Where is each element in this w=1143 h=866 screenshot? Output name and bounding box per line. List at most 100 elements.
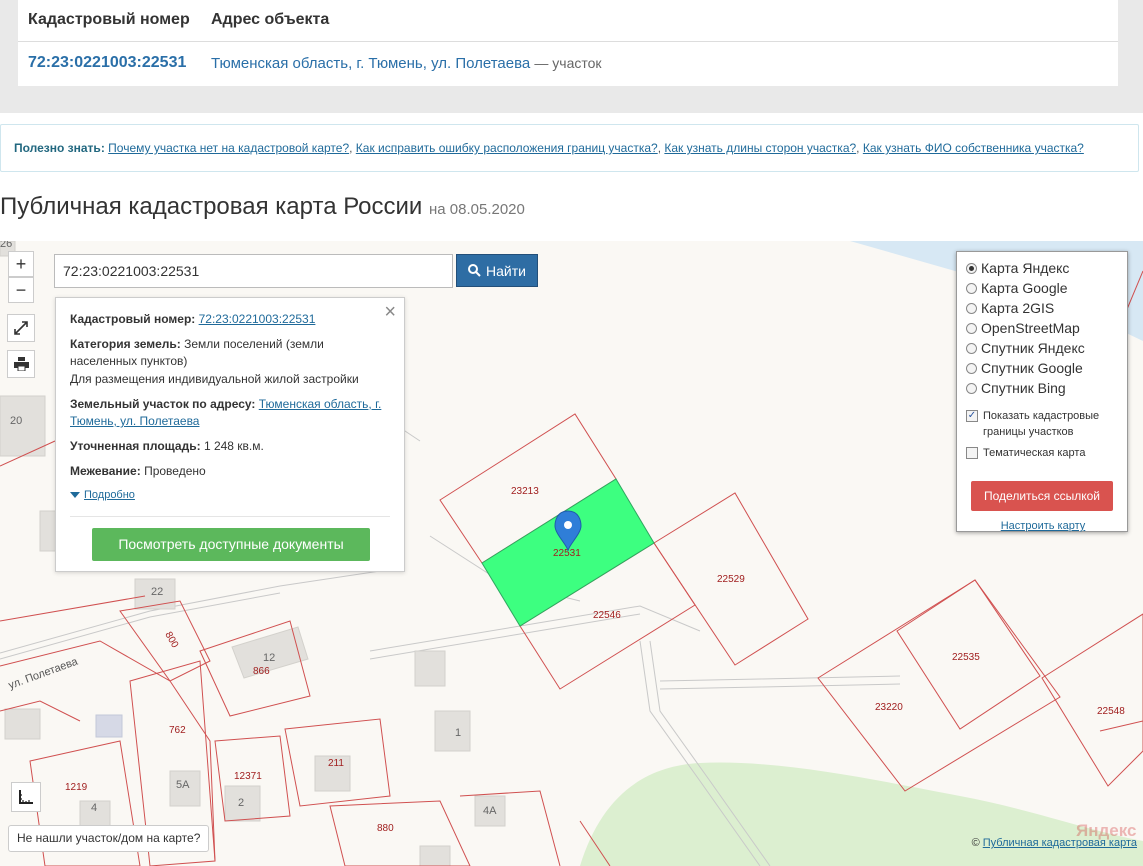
popup-purpose: Для размещения индивидуальной жилой заст… xyxy=(70,372,359,386)
cadastral-map[interactable]: ул. Полетаева 23213 22531 22529 22546 22… xyxy=(0,241,1143,866)
plot-label-22531: 22531 xyxy=(553,548,581,559)
popup-cadastral-number: Кадастровый номер: 72:23:0221003:22531 xyxy=(70,311,390,328)
map-layers-panel: Карта Яндекс Карта Google Карта 2GIS Ope… xyxy=(956,251,1128,532)
ruler-icon xyxy=(19,790,33,804)
house-number-22: 22 xyxy=(151,586,163,598)
house-number-4: 4 xyxy=(91,802,97,814)
plot-22548-outline[interactable] xyxy=(1041,613,1143,787)
radio-button[interactable] xyxy=(966,322,977,334)
map-copyright: © Публичная кадастровая карта xyxy=(971,837,1137,849)
house-number-26: 26 xyxy=(0,241,12,250)
plot-label-762: 762 xyxy=(169,725,186,736)
radio-button[interactable] xyxy=(966,382,977,394)
building xyxy=(434,710,471,752)
popup-cadastral-link[interactable]: 72:23:0221003:22531 xyxy=(199,312,316,326)
search-results-panel: Кадастровый номер Адрес объекта 72:23:02… xyxy=(0,0,1143,113)
checkbox-checked[interactable]: ✓ xyxy=(966,410,978,422)
survey-value: Проведено xyxy=(144,464,206,478)
cadastral-search-input[interactable] xyxy=(54,254,453,288)
radio-button[interactable] xyxy=(966,362,977,374)
road xyxy=(0,570,381,654)
info-link-fix-borders[interactable]: Как исправить ошибку расположения границ… xyxy=(356,141,658,155)
radio-button[interactable] xyxy=(966,282,977,294)
plot-label-800: 800 xyxy=(162,630,180,650)
plot-info-popup: × Кадастровый номер: 72:23:0221003:22531… xyxy=(55,297,405,572)
house-number-1: 1 xyxy=(455,727,461,739)
house-number-5a: 5А xyxy=(176,779,190,791)
popup-land-category: Категория земель: Земли поселений (земли… xyxy=(70,336,390,370)
layer-option-yandex-satellite[interactable]: Спутник Яндекс xyxy=(966,340,1085,356)
plot-label-866: 866 xyxy=(253,666,270,677)
building xyxy=(419,845,451,866)
plot-label-22546: 22546 xyxy=(593,610,621,621)
object-type: — участок xyxy=(534,55,602,71)
info-link-owner-name[interactable]: Как узнать ФИО собственника участка? xyxy=(863,141,1084,155)
land-category-label: Категория земель: xyxy=(70,337,181,351)
house-number-4a: 4А xyxy=(483,805,497,817)
plot-boundary xyxy=(0,595,146,622)
cadastral-number-link[interactable]: 72:23:0221003:22531 xyxy=(28,54,186,71)
layer-option-google-satellite[interactable]: Спутник Google xyxy=(966,360,1083,376)
print-button[interactable] xyxy=(7,350,35,378)
info-link-missing-plot[interactable]: Почему участка нет на кадастровой карте? xyxy=(108,141,349,155)
radio-button[interactable] xyxy=(966,262,977,274)
plot-label-12371: 12371 xyxy=(234,771,262,782)
layer-option-yandex-map[interactable]: Карта Яндекс xyxy=(966,260,1069,276)
object-address[interactable]: Тюменская область, г. Тюмень, ул. Полета… xyxy=(211,55,602,72)
plot-label-211: 211 xyxy=(328,758,344,769)
search-icon xyxy=(468,264,481,277)
zoom-out-button[interactable]: − xyxy=(8,277,34,303)
road xyxy=(659,683,901,690)
results-table: Кадастровый номер Адрес объекта 72:23:02… xyxy=(18,0,1118,86)
address-link[interactable]: Тюменская область, г. Тюмень, ул. Полета… xyxy=(211,55,530,72)
printer-icon xyxy=(13,357,29,371)
plot-23220-outline[interactable] xyxy=(817,579,1061,792)
plot-boundary xyxy=(1099,720,1143,732)
find-button[interactable]: Найти xyxy=(456,254,538,287)
building xyxy=(95,714,123,738)
share-link-button[interactable]: Поделиться ссылкой xyxy=(971,481,1113,511)
plot-label-880: 880 xyxy=(377,823,394,834)
caret-down-icon xyxy=(70,492,80,499)
layer-option-2gis-map[interactable]: Карта 2GIS xyxy=(966,300,1054,316)
street-label: ул. Полетаева xyxy=(7,655,80,691)
house-number-2: 2 xyxy=(238,797,244,809)
view-documents-button[interactable]: Посмотреть доступные документы xyxy=(92,528,370,561)
copyright-link[interactable]: Публичная кадастровая карта xyxy=(983,837,1137,849)
popup-address: Земельный участок по адресу: Тюменская о… xyxy=(70,396,390,430)
thematic-map-option[interactable]: Тематическая карта xyxy=(966,445,1085,461)
plot-label-22535: 22535 xyxy=(952,652,980,663)
popup-survey: Межевание: Проведено xyxy=(70,463,390,480)
layer-option-openstreetmap[interactable]: OpenStreetMap xyxy=(966,320,1080,336)
plot-label-22529: 22529 xyxy=(717,574,745,585)
layer-option-google-map[interactable]: Карта Google xyxy=(966,280,1068,296)
area-label: Уточненная площадь: xyxy=(70,439,201,453)
info-link-side-lengths[interactable]: Как узнать длины сторон участка? xyxy=(664,141,856,155)
road xyxy=(659,675,901,682)
plot-label-22548: 22548 xyxy=(1097,706,1125,717)
house-number-20: 20 xyxy=(10,415,22,427)
popup-area: Уточненная площадь: 1 248 кв.м. xyxy=(70,438,390,455)
building xyxy=(414,650,446,687)
details-toggle[interactable]: Подробно xyxy=(70,489,135,501)
plot-800-outline[interactable] xyxy=(119,600,211,682)
zoom-in-button[interactable]: + xyxy=(8,251,34,277)
ruler-button[interactable] xyxy=(11,782,41,812)
table-row[interactable]: 72:23:0221003:22531 Тюменская область, г… xyxy=(28,54,602,72)
area-value: 1 248 кв.м. xyxy=(203,439,264,453)
radio-button[interactable] xyxy=(966,302,977,314)
results-table-header: Кадастровый номер Адрес объекта xyxy=(18,0,1118,42)
fullscreen-button[interactable] xyxy=(7,314,35,342)
popup-divider xyxy=(70,516,390,517)
radio-button[interactable] xyxy=(966,342,977,354)
find-button-label: Найти xyxy=(486,262,526,279)
layer-option-bing-satellite[interactable]: Спутник Bing xyxy=(966,380,1066,396)
useful-info-label: Полезно знать: xyxy=(14,141,105,155)
checkbox[interactable] xyxy=(966,447,978,459)
show-cadastral-borders-option[interactable]: ✓ Показать кадастровые границы участков xyxy=(966,408,1121,440)
configure-map-link[interactable]: Настроить карту xyxy=(957,520,1129,532)
not-found-button[interactable]: Не нашли участок/дом на карте? xyxy=(8,825,210,852)
useful-info-bar: Полезно знать: Почему участка нет на кад… xyxy=(0,124,1139,172)
plot-label-1219: 1219 xyxy=(65,782,88,793)
survey-label: Межевание: xyxy=(70,464,141,478)
